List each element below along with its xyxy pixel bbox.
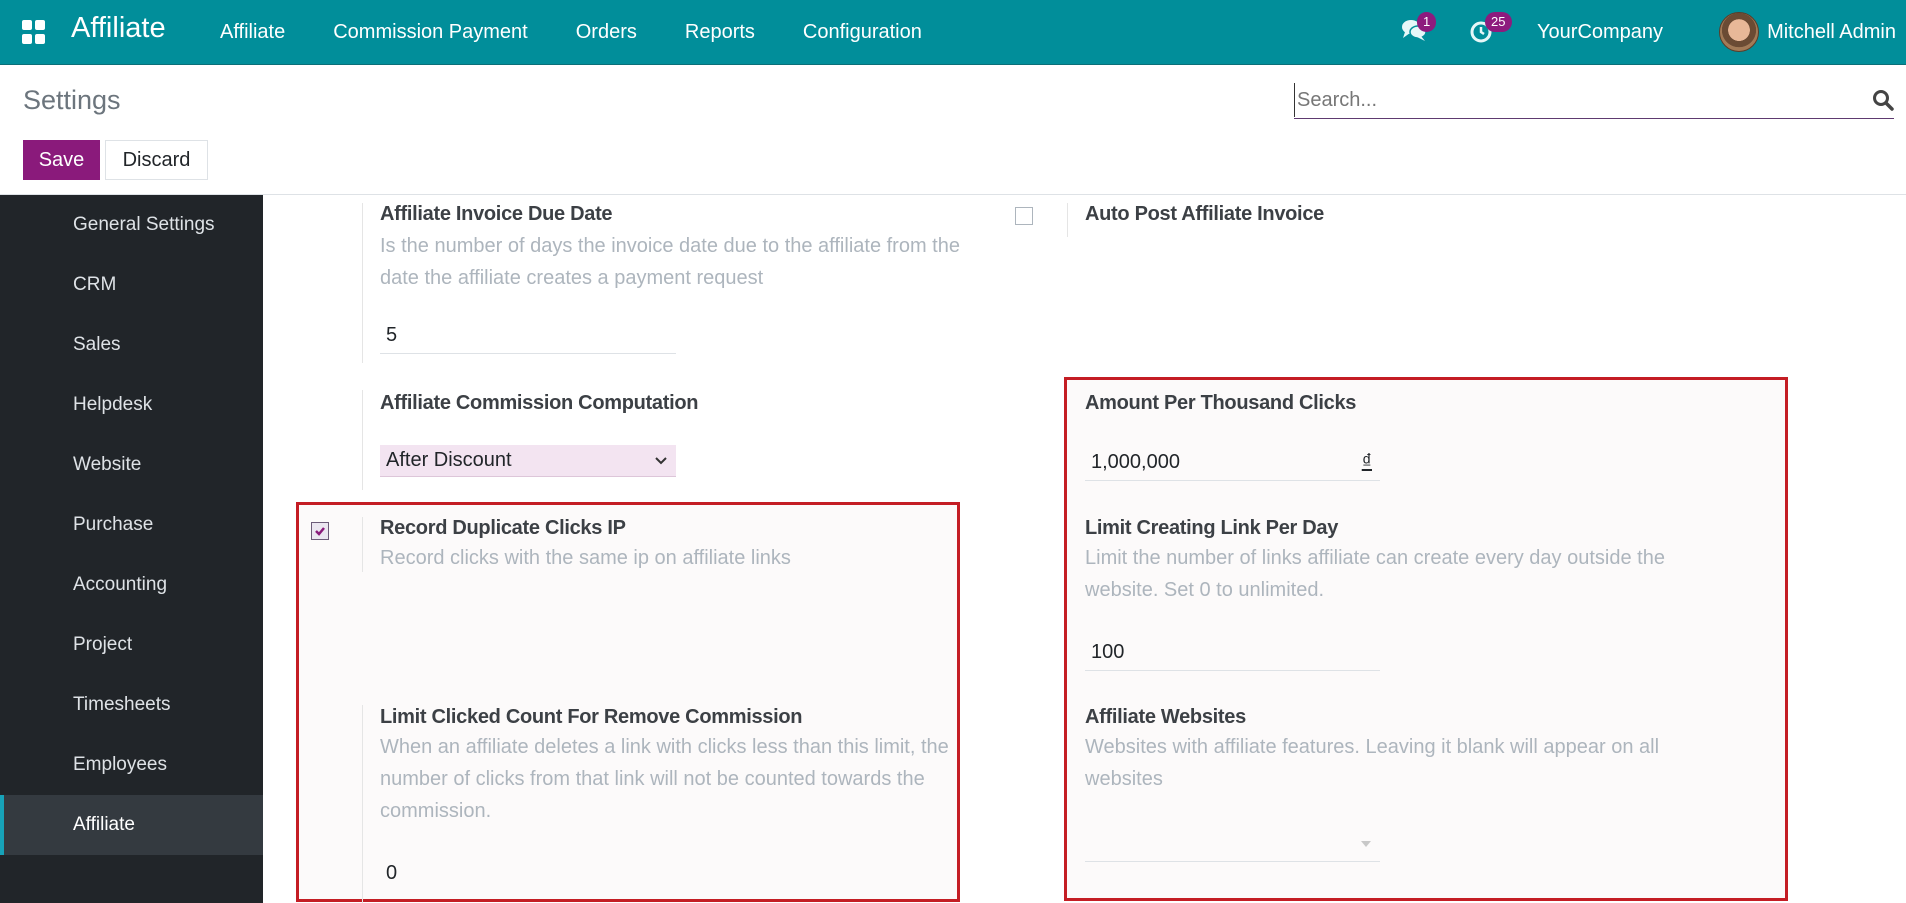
setting-title: Limit Clicked Count For Remove Commissio…	[380, 706, 803, 728]
menu-orders[interactable]: Orders	[576, 21, 637, 44]
amount-value: 1,000,000	[1091, 451, 1180, 473]
setting-title: Affiliate Commission Computation	[380, 392, 699, 414]
setting-title: Record Duplicate Clicks IP	[380, 517, 626, 539]
divider	[362, 705, 363, 903]
user-menu[interactable]: Mitchell Admin	[1719, 12, 1896, 52]
amount-per-thousand-input[interactable]: 1,000,000 ₫	[1085, 445, 1380, 481]
caret-down-icon	[1361, 840, 1371, 847]
apps-menu-icon[interactable]	[22, 20, 46, 44]
company-switcher[interactable]: YourCompany	[1537, 21, 1663, 44]
menu-configuration[interactable]: Configuration	[803, 21, 922, 44]
select-value: After Discount	[386, 449, 512, 471]
commission-computation-select[interactable]: After Discount	[380, 445, 676, 477]
sidebar-item-accounting[interactable]: Accounting	[0, 555, 263, 615]
sidebar-item-purchase[interactable]: Purchase	[0, 495, 263, 555]
limit-clicked-count-input[interactable]: 0	[380, 855, 676, 891]
settings-sidebar: General Settings CRM Sales Helpdesk Webs…	[0, 195, 263, 903]
menu-affiliate[interactable]: Affiliate	[220, 21, 285, 44]
settings-content: Affiliate Invoice Due Date Is the number…	[263, 195, 1906, 903]
limit-link-per-day-input[interactable]: 100	[1085, 635, 1380, 671]
setting-description: Record clicks with the same ip on affili…	[380, 547, 791, 569]
setting-amount-per-thousand: Amount Per Thousand Clicks	[1085, 392, 1356, 415]
setting-description: When an affiliate deletes a link with cl…	[380, 736, 949, 822]
invoice-due-date-input[interactable]: 5	[380, 318, 676, 354]
search-bar	[1294, 83, 1894, 119]
discard-button[interactable]: Discard	[105, 140, 208, 180]
avatar	[1719, 12, 1760, 52]
affiliate-websites-select[interactable]	[1085, 826, 1380, 862]
setting-description: Limit the number of links affiliate can …	[1085, 547, 1665, 601]
sidebar-item-employees[interactable]: Employees	[0, 735, 263, 795]
setting-affiliate-websites: Affiliate Websites Websites with affilia…	[1085, 706, 1685, 795]
user-name: Mitchell Admin	[1767, 20, 1896, 43]
record-duplicate-clicks-checkbox[interactable]	[311, 522, 329, 540]
divider	[362, 390, 363, 490]
divider	[362, 203, 363, 363]
setting-auto-post-invoice: Auto Post Affiliate Invoice	[1085, 203, 1324, 226]
setting-description: Websites with affiliate features. Leavin…	[1085, 736, 1660, 790]
main-menu: Affiliate Commission Payment Orders Repo…	[220, 0, 970, 64]
chevron-down-icon	[655, 456, 667, 464]
menu-reports[interactable]: Reports	[685, 21, 755, 44]
setting-invoice-due-date: Affiliate Invoice Due Date Is the number…	[380, 203, 980, 294]
setting-limit-clicked-count: Limit Clicked Count For Remove Commissio…	[380, 706, 980, 827]
save-button[interactable]: Save	[23, 140, 100, 180]
setting-title: Affiliate Invoice Due Date	[380, 203, 613, 225]
activities-button[interactable]: 25	[1469, 12, 1512, 46]
sidebar-item-general-settings[interactable]: General Settings	[0, 195, 263, 255]
sidebar-item-project[interactable]: Project	[0, 615, 263, 675]
setting-title: Amount Per Thousand Clicks	[1085, 392, 1357, 414]
messages-badge: 1	[1417, 12, 1437, 32]
search-icon[interactable]	[1872, 89, 1894, 111]
control-panel: Settings Save Discard	[0, 65, 1906, 195]
auto-post-invoice-checkbox[interactable]	[1015, 207, 1033, 225]
setting-title: Auto Post Affiliate Invoice	[1085, 203, 1324, 225]
activities-badge: 25	[1485, 12, 1512, 32]
app-brand[interactable]: Affiliate	[71, 12, 166, 45]
systray: 1 25 YourCompany Mitchell Admin	[1401, 0, 1906, 64]
setting-record-duplicate-clicks: Record Duplicate Clicks IP Record clicks…	[380, 517, 980, 574]
menu-commission-payment[interactable]: Commission Payment	[333, 21, 528, 44]
search-input[interactable]	[1294, 83, 1854, 117]
setting-limit-link-per-day: Limit Creating Link Per Day Limit the nu…	[1085, 517, 1685, 606]
sidebar-item-affiliate[interactable]: Affiliate	[0, 795, 263, 855]
page-title: Settings	[23, 85, 121, 115]
setting-title: Affiliate Websites	[1085, 706, 1246, 728]
messages-button[interactable]: 1	[1401, 12, 1437, 46]
sidebar-item-website[interactable]: Website	[0, 435, 263, 495]
setting-commission-computation: Affiliate Commission Computation	[380, 392, 698, 415]
top-navbar: Affiliate Affiliate Commission Payment O…	[0, 0, 1906, 65]
sidebar-item-helpdesk[interactable]: Helpdesk	[0, 375, 263, 435]
sidebar-item-crm[interactable]: CRM	[0, 255, 263, 315]
setting-description: Is the number of days the invoice date d…	[380, 235, 960, 289]
checkmark-icon	[315, 527, 325, 536]
divider	[362, 517, 363, 572]
setting-title: Limit Creating Link Per Day	[1085, 517, 1339, 539]
currency-symbol: ₫	[1361, 451, 1372, 473]
divider	[1067, 203, 1068, 237]
sidebar-item-sales[interactable]: Sales	[0, 315, 263, 375]
sidebar-item-timesheets[interactable]: Timesheets	[0, 675, 263, 735]
